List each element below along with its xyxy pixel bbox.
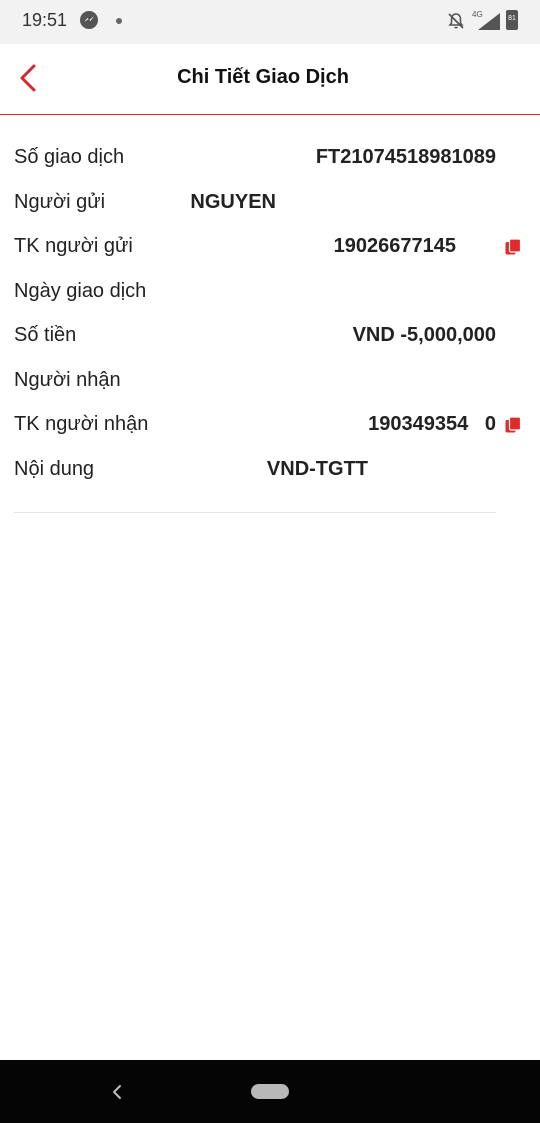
- detail-row-amount: Số tiền VND -5,000,000: [14, 314, 496, 359]
- battery-level: 81: [508, 15, 516, 22]
- detail-label: TK người gửi: [14, 235, 133, 257]
- copy-icon[interactable]: [504, 238, 522, 256]
- mute-bell-icon: [448, 13, 464, 29]
- transaction-details: Số giao dịch FT21074518981089 Người gửi …: [14, 136, 522, 513]
- detail-row-recipient-account: TK người nhận 190349354 0: [14, 403, 522, 448]
- detail-value: VND-TGTT: [266, 457, 368, 480]
- status-bar: 19:51 4G 81: [0, 0, 540, 44]
- detail-value: FT21074518981089: [315, 146, 496, 168]
- detail-label: Ngày giao dịch: [14, 279, 147, 302]
- detail-row-description: Nội dung VND-TGTT: [14, 448, 496, 493]
- detail-label: TK người nhận: [14, 413, 149, 435]
- notification-dot-icon: [116, 18, 122, 24]
- detail-label: Người nhận: [14, 368, 121, 391]
- detail-row-transaction-date: Ngày giao dịch: [14, 270, 496, 315]
- battery-icon: 81: [506, 10, 518, 30]
- detail-value: VND -5,000,000: [352, 324, 496, 346]
- detail-label: Nội dung: [14, 457, 95, 480]
- detail-row-transaction-id: Số giao dịch FT21074518981089: [14, 136, 496, 181]
- detail-value: NGUYEN: [190, 190, 276, 213]
- nav-home-pill[interactable]: [251, 1084, 289, 1099]
- detail-row-sender: Người gửi NGUYEN: [14, 181, 496, 226]
- app-header: Chi Tiết Giao Dịch: [0, 44, 540, 115]
- messenger-icon: [80, 11, 98, 29]
- nav-back-icon[interactable]: [108, 1082, 126, 1102]
- page-title: Chi Tiết Giao Dịch: [177, 66, 349, 88]
- detail-label: Số tiền: [14, 324, 77, 346]
- detail-value: 190349354 0: [368, 413, 496, 435]
- detail-label: Số giao dịch: [14, 146, 125, 168]
- signal-icon: [478, 13, 500, 30]
- detail-value: 19026677145: [333, 235, 456, 257]
- copy-icon[interactable]: [504, 416, 522, 434]
- system-navigation-bar: [0, 1060, 540, 1123]
- detail-row-recipient: Người nhận: [14, 359, 496, 404]
- status-time: 19:51: [22, 10, 68, 30]
- detail-label: Người gửi: [14, 190, 106, 213]
- detail-row-sender-account: TK người gửi 19026677145: [14, 225, 522, 270]
